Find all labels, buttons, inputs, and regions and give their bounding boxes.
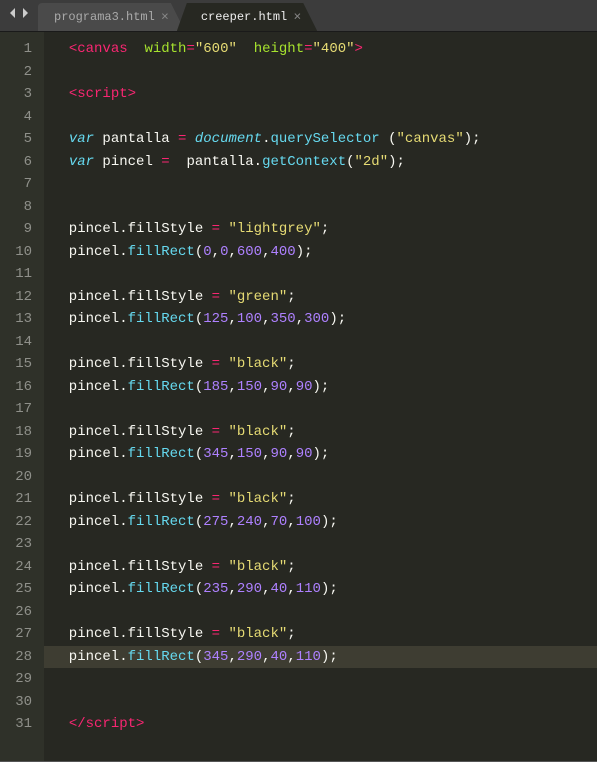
code-line[interactable] bbox=[52, 601, 597, 624]
code-line[interactable]: pincel.fillStyle = "black"; bbox=[52, 488, 597, 511]
line-number: 31 bbox=[14, 713, 32, 736]
line-number: 13 bbox=[14, 308, 32, 331]
line-number: 7 bbox=[14, 173, 32, 196]
tab-label: creeper.html bbox=[201, 10, 287, 24]
code-line[interactable] bbox=[52, 173, 597, 196]
close-icon[interactable]: × bbox=[161, 11, 169, 24]
code-line[interactable] bbox=[52, 466, 597, 489]
line-number: 28 bbox=[14, 646, 32, 669]
code-line[interactable]: pincel.fillRect(185,150,90,90); bbox=[52, 376, 597, 399]
line-number: 20 bbox=[14, 466, 32, 489]
line-number: 15 bbox=[14, 353, 32, 376]
line-number: 16 bbox=[14, 376, 32, 399]
titlebar: programa3.html × creeper.html × bbox=[0, 0, 597, 32]
code-line[interactable] bbox=[52, 668, 597, 691]
line-number: 12 bbox=[14, 286, 32, 309]
line-number: 29 bbox=[14, 668, 32, 691]
code-line[interactable]: pincel.fillRect(345,290,40,110); bbox=[44, 646, 597, 669]
code-line[interactable] bbox=[52, 331, 597, 354]
code-line[interactable]: </script> bbox=[52, 713, 597, 736]
line-number: 22 bbox=[14, 511, 32, 534]
close-icon[interactable]: × bbox=[293, 11, 301, 24]
line-number: 2 bbox=[14, 61, 32, 84]
code-line[interactable]: var pincel = pantalla.getContext("2d"); bbox=[52, 151, 597, 174]
editor: 1234567891011121314151617181920212223242… bbox=[0, 32, 597, 761]
code-line[interactable]: pincel.fillRect(275,240,70,100); bbox=[52, 511, 597, 534]
code-line[interactable]: pincel.fillStyle = "black"; bbox=[52, 623, 597, 646]
line-number: 26 bbox=[14, 601, 32, 624]
line-number: 21 bbox=[14, 488, 32, 511]
code-line[interactable]: pincel.fillStyle = "black"; bbox=[52, 353, 597, 376]
code-line[interactable]: <script> bbox=[52, 83, 597, 106]
gutter: 1234567891011121314151617181920212223242… bbox=[0, 32, 44, 761]
line-number: 14 bbox=[14, 331, 32, 354]
code-line[interactable] bbox=[52, 61, 597, 84]
code-line[interactable]: pincel.fillRect(345,150,90,90); bbox=[52, 443, 597, 466]
tab-label: programa3.html bbox=[54, 10, 155, 24]
code-line[interactable]: pincel.fillRect(125,100,350,300); bbox=[52, 308, 597, 331]
code-line[interactable] bbox=[52, 106, 597, 129]
line-number: 4 bbox=[14, 106, 32, 129]
code-line[interactable]: var pantalla = document.querySelector ("… bbox=[52, 128, 597, 151]
code-line[interactable]: pincel.fillRect(235,290,40,110); bbox=[52, 578, 597, 601]
line-number: 9 bbox=[14, 218, 32, 241]
code-line[interactable]: <canvas width="600" height="400"> bbox=[52, 38, 597, 61]
line-number: 24 bbox=[14, 556, 32, 579]
code-line[interactable]: pincel.fillStyle = "black"; bbox=[52, 421, 597, 444]
line-number: 27 bbox=[14, 623, 32, 646]
line-number: 1 bbox=[14, 38, 32, 61]
line-number: 3 bbox=[14, 83, 32, 106]
tab-inactive[interactable]: programa3.html × bbox=[38, 3, 185, 31]
code-line[interactable]: pincel.fillRect(0,0,600,400); bbox=[52, 241, 597, 264]
nav-forward-icon[interactable] bbox=[20, 7, 30, 24]
line-number: 18 bbox=[14, 421, 32, 444]
code-line[interactable] bbox=[52, 196, 597, 219]
code-line[interactable]: pincel.fillStyle = "black"; bbox=[52, 556, 597, 579]
line-number: 30 bbox=[14, 691, 32, 714]
nav-arrows bbox=[0, 0, 38, 31]
line-number: 23 bbox=[14, 533, 32, 556]
line-number: 8 bbox=[14, 196, 32, 219]
code-line[interactable] bbox=[52, 263, 597, 286]
code-line[interactable]: pincel.fillStyle = "green"; bbox=[52, 286, 597, 309]
line-number: 10 bbox=[14, 241, 32, 264]
line-number: 11 bbox=[14, 263, 32, 286]
nav-back-icon[interactable] bbox=[8, 7, 18, 24]
code-line[interactable]: pincel.fillStyle = "lightgrey"; bbox=[52, 218, 597, 241]
code-line[interactable] bbox=[52, 398, 597, 421]
code-area[interactable]: <canvas width="600" height="400"> <scrip… bbox=[44, 32, 597, 761]
line-number: 17 bbox=[14, 398, 32, 421]
code-line[interactable] bbox=[52, 533, 597, 556]
line-number: 25 bbox=[14, 578, 32, 601]
line-number: 6 bbox=[14, 151, 32, 174]
line-number: 5 bbox=[14, 128, 32, 151]
code-line[interactable] bbox=[52, 691, 597, 714]
tab-active[interactable]: creeper.html × bbox=[177, 3, 317, 31]
tabs: programa3.html × creeper.html × bbox=[38, 0, 309, 31]
line-number: 19 bbox=[14, 443, 32, 466]
